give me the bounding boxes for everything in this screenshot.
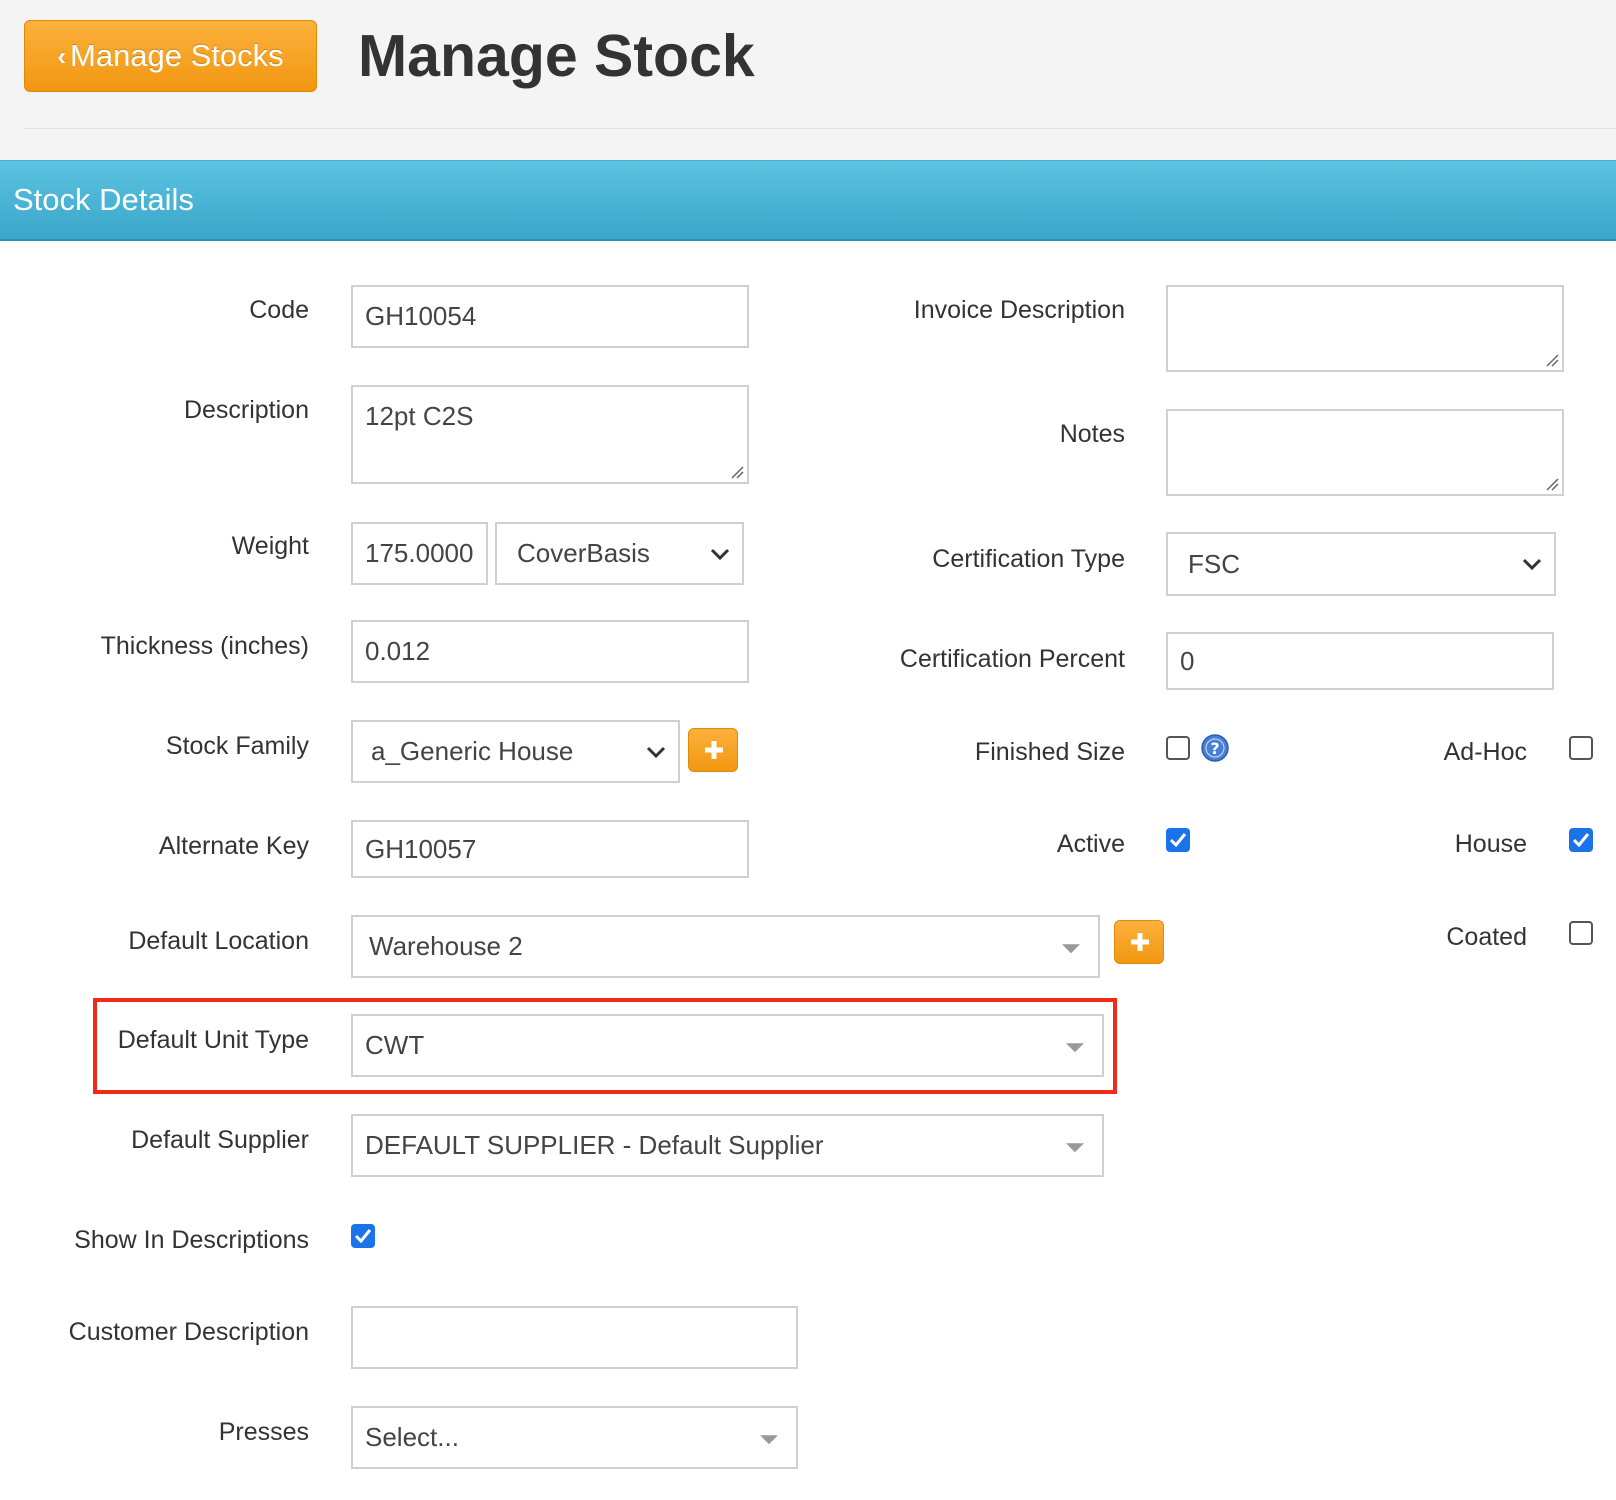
checkmark-icon [1169,833,1187,848]
weight-basis-select[interactable]: CoverBasis [495,522,744,585]
dropdown-arrow-icon [1066,1142,1084,1152]
description-textarea[interactable]: 12pt C2S [351,385,749,484]
coated-label: Coated [1446,923,1527,951]
active-checkbox[interactable] [1166,828,1190,852]
page-title: Manage Stock [358,23,755,89]
default-supplier-value: DEFAULT SUPPLIER - Default Supplier [365,1130,824,1160]
manage-stocks-back-button[interactable]: ‹ Manage Stocks [24,20,317,92]
code-value: GH10054 [365,301,477,331]
chevron-down-icon [646,746,666,758]
add-stock-family-button[interactable] [688,728,738,772]
weight-input[interactable]: 175.0000 [351,522,488,585]
customer-description-label: Customer Description [68,1318,309,1346]
coated-checkbox[interactable] [1569,921,1593,945]
certification-type-select[interactable]: FSC [1166,532,1556,596]
resize-grip-icon[interactable] [730,465,744,479]
notes-label: Notes [1059,420,1125,448]
thickness-input[interactable]: 0.012 [351,620,749,683]
add-location-button[interactable] [1114,920,1164,964]
presses-value: Select... [365,1422,459,1452]
plus-icon [705,741,723,759]
header-divider [24,128,1616,129]
certification-percent-value: 0 [1180,645,1195,676]
certification-percent-input[interactable]: 0 [1166,632,1554,690]
checkmark-icon [1572,833,1590,848]
default-unit-type-value: CWT [365,1030,425,1060]
active-label: Active [1056,830,1125,858]
section-header: Stock Details [0,160,1616,241]
default-supplier-select[interactable]: DEFAULT SUPPLIER - Default Supplier [351,1114,1104,1177]
dropdown-arrow-icon [760,1434,778,1444]
alternate-key-input[interactable]: GH10057 [351,820,749,878]
presses-select[interactable]: Select... [351,1406,798,1469]
default-unit-type-label: Default Unit Type [117,1026,309,1054]
description-label: Description [183,396,309,424]
alternate-key-label: Alternate Key [158,832,309,860]
invoice-description-textarea[interactable] [1166,285,1564,372]
dropdown-arrow-icon [1066,1042,1084,1052]
certification-type-label: Certification Type [932,545,1125,573]
plus-icon [1131,933,1149,951]
help-icon[interactable]: ? [1201,734,1229,762]
resize-grip-icon[interactable] [1545,477,1559,491]
page-header: ‹ Manage Stocks Manage Stock [0,0,1616,160]
back-button-label: Manage Stocks [70,38,284,73]
house-label: House [1454,830,1527,858]
customer-description-input[interactable] [351,1306,798,1369]
thickness-value: 0.012 [365,636,431,666]
code-label: Code [249,296,309,324]
weight-label: Weight [231,532,309,560]
certification-type-value: FSC [1188,548,1240,579]
presses-label: Presses [218,1418,309,1446]
dropdown-arrow-icon [1062,943,1080,953]
show-in-descriptions-checkbox[interactable] [351,1224,375,1248]
ad-hoc-label: Ad-Hoc [1443,738,1527,766]
stock-family-select[interactable]: a_Generic House [351,720,680,783]
weight-basis-value: CoverBasis [517,538,650,568]
default-supplier-label: Default Supplier [131,1126,309,1154]
chevron-down-icon [710,548,730,560]
svg-text:?: ? [1210,739,1219,758]
code-input[interactable]: GH10054 [351,285,749,348]
default-unit-type-select[interactable]: CWT [351,1014,1104,1077]
stock-family-label: Stock Family [165,732,309,760]
description-value: 12pt C2S [365,401,474,431]
default-location-label: Default Location [128,927,309,955]
ad-hoc-checkbox[interactable] [1569,736,1593,760]
weight-value: 175.0000 [365,538,474,568]
show-in-descriptions-label: Show In Descriptions [74,1226,309,1254]
default-location-value: Warehouse 2 [369,931,523,961]
finished-size-checkbox[interactable] [1166,736,1190,760]
alternate-key-value: GH10057 [365,833,477,864]
resize-grip-icon[interactable] [1545,353,1559,367]
notes-textarea[interactable] [1166,409,1564,496]
chevron-down-icon [1522,558,1542,570]
finished-size-label: Finished Size [974,738,1125,766]
thickness-label: Thickness (inches) [100,632,309,660]
house-checkbox[interactable] [1569,828,1593,852]
section-title: Stock Details [13,182,194,217]
default-location-select[interactable]: Warehouse 2 [351,915,1100,978]
invoice-description-label: Invoice Description [913,296,1125,324]
chevron-left-icon: ‹ [57,40,66,71]
certification-percent-label: Certification Percent [899,645,1125,673]
stock-family-value: a_Generic House [371,736,574,766]
checkmark-icon [354,1229,372,1244]
